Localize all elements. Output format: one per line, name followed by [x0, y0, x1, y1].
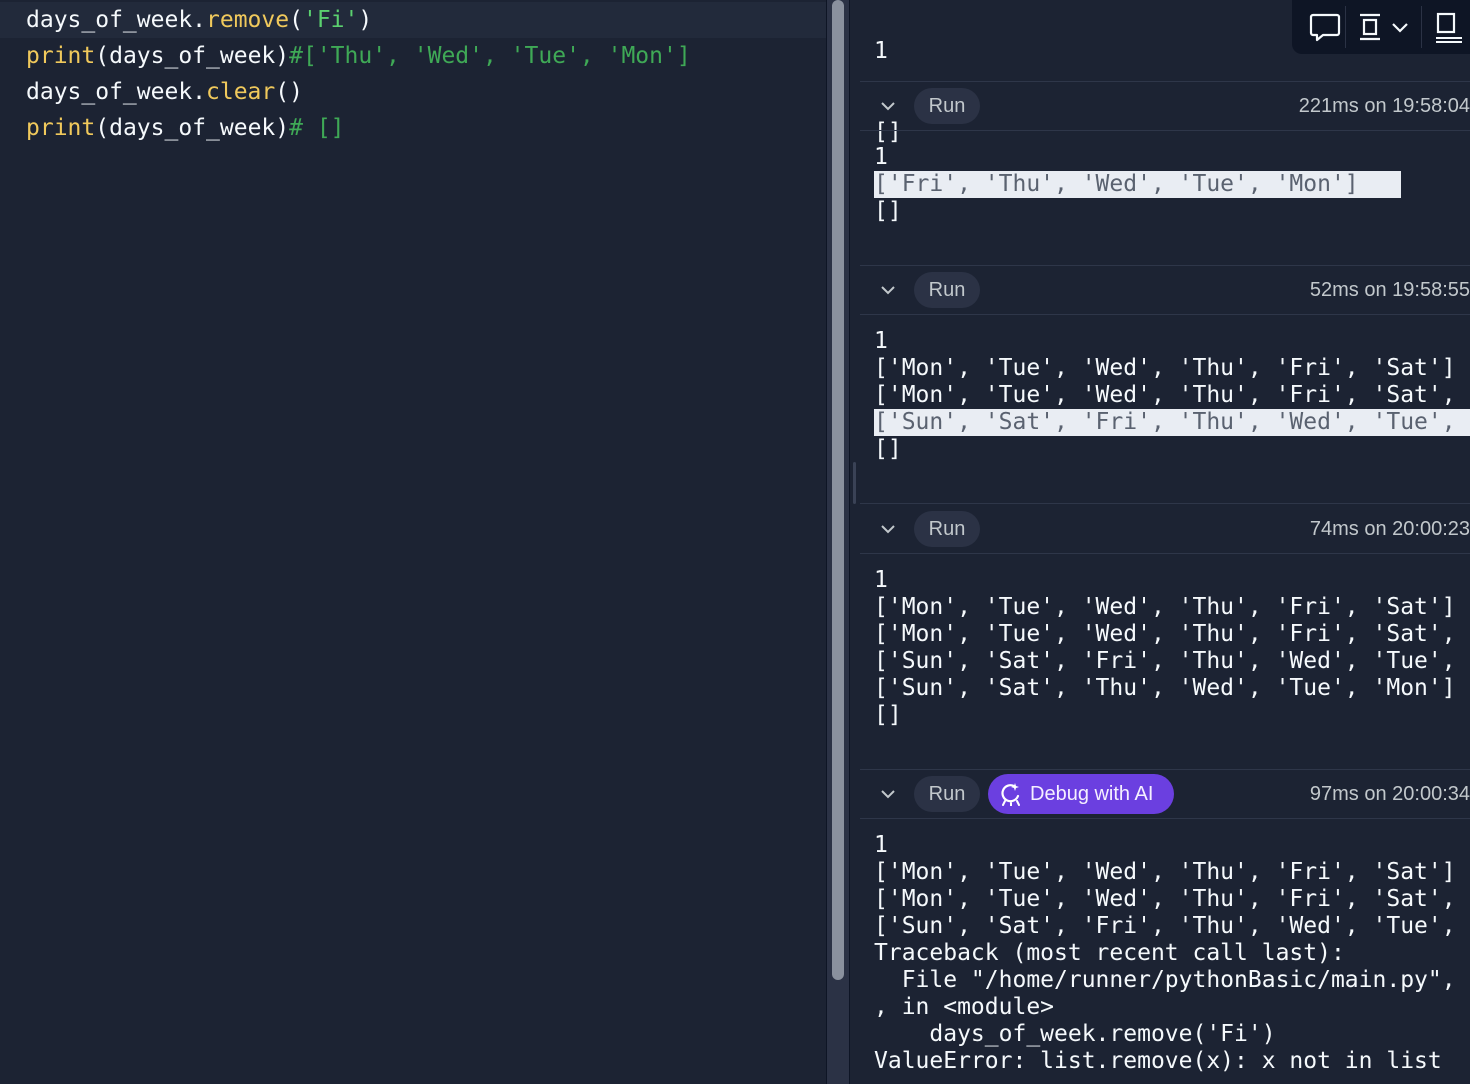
- divider: [860, 503, 1470, 504]
- output-line: ['Fri', 'Thu', 'Wed', 'Tue', 'Mon']: [874, 171, 1401, 198]
- code-token: print: [26, 115, 96, 141]
- output-line: 1: [874, 38, 888, 64]
- run-output: 1 ['Fri', 'Thu', 'Wed', 'Tue', 'Mon'][]: [874, 144, 1401, 225]
- run-output: 1 ['Mon', 'Tue', 'Wed', 'Thu', 'Fri', 'Sa…: [874, 567, 1470, 729]
- run-header: Run 52ms on 19:58:55: [860, 266, 1470, 314]
- monitor-icon[interactable]: [1430, 0, 1470, 54]
- output-line: ['Sun', 'Sat', 'Fri', 'Thu', 'Wed', 'Tue…: [874, 913, 1470, 939]
- chevron-down-icon[interactable]: [878, 96, 898, 116]
- code-token: 'Fi': [302, 7, 359, 33]
- chat-icon[interactable]: [1302, 0, 1348, 54]
- code-line[interactable]: print(days_of_week)#['Thu', 'Wed', 'Tue'…: [0, 38, 826, 74]
- run-output: 1 ['Mon', 'Tue', 'Wed', 'Thu', 'Fri', 'Sa…: [874, 832, 1470, 1075]
- output-line: Traceback (most recent call last):: [874, 940, 1345, 966]
- code-token: (days_of_week): [95, 43, 290, 69]
- output-line: ['Sun', 'Sat', 'Fri', 'Thu', 'Wed', 'Tue…: [874, 648, 1470, 674]
- output-line: ['Mon', 'Tue', 'Wed', 'Thu', 'Fri', 'Sat…: [874, 886, 1470, 912]
- editor-scrollbar-thumb[interactable]: [832, 0, 844, 980]
- console-pane: 1 [] Run 221ms on 19:58:04 1 ['Fri', 'Thu…: [860, 0, 1470, 1084]
- divider: [860, 553, 1470, 554]
- code-token: # []: [289, 115, 345, 141]
- code-token: (: [289, 7, 303, 33]
- output-line: ['Mon', 'Tue', 'Wed', 'Thu', 'Fri', 'Sat…: [874, 355, 1456, 381]
- divider: [860, 314, 1470, 315]
- console-toolbar: [1292, 0, 1470, 54]
- run-header: Run 74ms on 20:00:23: [860, 505, 1470, 553]
- run-output: 1 ['Mon', 'Tue', 'Wed', 'Thu', 'Fri', 'Sa…: [874, 328, 1470, 463]
- output-line: 1: [874, 328, 888, 354]
- output-line: ['Mon', 'Tue', 'Wed', 'Thu', 'Fri', 'Sat…: [874, 621, 1470, 647]
- run-timing: 221ms on 19:58:04: [1298, 95, 1470, 117]
- output-line: []: [874, 198, 902, 224]
- code-line[interactable]: print(days_of_week)# []: [0, 110, 826, 146]
- output-line: ['Mon', 'Tue', 'Wed', 'Thu', 'Fri', 'Sat…: [874, 594, 1456, 620]
- code-token: #['Thu', 'Wed', 'Tue', 'Mon']: [289, 43, 691, 69]
- output-line: 1: [874, 567, 888, 593]
- layout-icon[interactable]: [1354, 0, 1386, 54]
- run-header: Run 221ms on 19:58:04: [860, 82, 1470, 130]
- toolbar-separator: [1421, 6, 1422, 48]
- code-token: days_of_week.: [26, 79, 207, 105]
- code-token: (days_of_week): [95, 115, 290, 141]
- run-header: Run Debug with AI 97ms on 20:00:34: [860, 770, 1470, 818]
- debug-with-ai-button[interactable]: Debug with AI: [988, 774, 1174, 814]
- chevron-down-icon[interactable]: [878, 280, 898, 300]
- output-line: ValueError: list.remove(x): x not in lis…: [874, 1048, 1442, 1074]
- output-line: ['Sun', 'Sat', 'Thu', 'Wed', 'Tue', 'Mon…: [874, 675, 1456, 701]
- chevron-down-icon[interactable]: [878, 519, 898, 539]
- output-line: ['Mon', 'Tue', 'Wed', 'Thu', 'Fri', 'Sat…: [874, 382, 1470, 408]
- output-line: 1: [874, 832, 888, 858]
- code-token: ): [358, 7, 373, 33]
- editor-scrollbar[interactable]: [826, 0, 850, 1084]
- run-timing: 97ms on 20:00:34: [1309, 783, 1470, 805]
- code-line[interactable]: days_of_week.clear(): [0, 74, 826, 110]
- output-line: File "/home/runner/pythonBasic/main.py",…: [901, 967, 1470, 993]
- code-token: (): [275, 79, 303, 105]
- resize-grip[interactable]: [853, 462, 856, 504]
- run-button[interactable]: Run: [914, 511, 980, 547]
- output-line: []: [874, 436, 902, 462]
- selected-output-text: ['Fri', 'Thu', 'Wed', 'Tue', 'Mon']: [874, 171, 1401, 198]
- chevron-down-icon[interactable]: [1388, 0, 1412, 54]
- code-token: remove: [206, 7, 290, 33]
- code-line[interactable]: days_of_week.remove('Fi'): [0, 2, 826, 38]
- run-button[interactable]: Run: [914, 776, 980, 812]
- selected-output-text: ['Sun', 'Sat', 'Fri', 'Thu', 'Wed', 'Tue…: [874, 409, 1470, 436]
- code-token: print: [26, 43, 96, 69]
- run-timing: 52ms on 19:58:55: [1309, 279, 1470, 301]
- divider: [860, 818, 1470, 819]
- run-button[interactable]: Run: [914, 272, 980, 308]
- divider: [860, 130, 1470, 131]
- output-line: []: [874, 702, 902, 728]
- pane-resize-handle[interactable]: [850, 0, 860, 1084]
- debug-with-ai-label: Debug with AI: [1030, 783, 1154, 805]
- output-line: days_of_week.remove('Fi'): [874, 1021, 1276, 1047]
- chevron-down-icon[interactable]: [878, 784, 898, 804]
- run-timing: 74ms on 20:00:23: [1309, 518, 1470, 540]
- run-button[interactable]: Run: [914, 88, 980, 124]
- output-line: , in <module>: [874, 994, 1055, 1020]
- toolbar-separator: [1345, 6, 1346, 48]
- output-line: ['Mon', 'Tue', 'Wed', 'Thu', 'Fri', 'Sat…: [874, 859, 1456, 885]
- output-line: 1: [874, 144, 888, 170]
- ai-debug-icon: [1001, 783, 1020, 806]
- code-token: days_of_week.: [26, 7, 207, 33]
- output-line: ['Sun', 'Sat', 'Fri', 'Thu', 'Wed', 'Tue…: [874, 409, 1470, 436]
- code-token: clear: [206, 79, 276, 105]
- code-editor[interactable]: days_of_week.remove('Fi') print(days_of_…: [0, 0, 826, 1084]
